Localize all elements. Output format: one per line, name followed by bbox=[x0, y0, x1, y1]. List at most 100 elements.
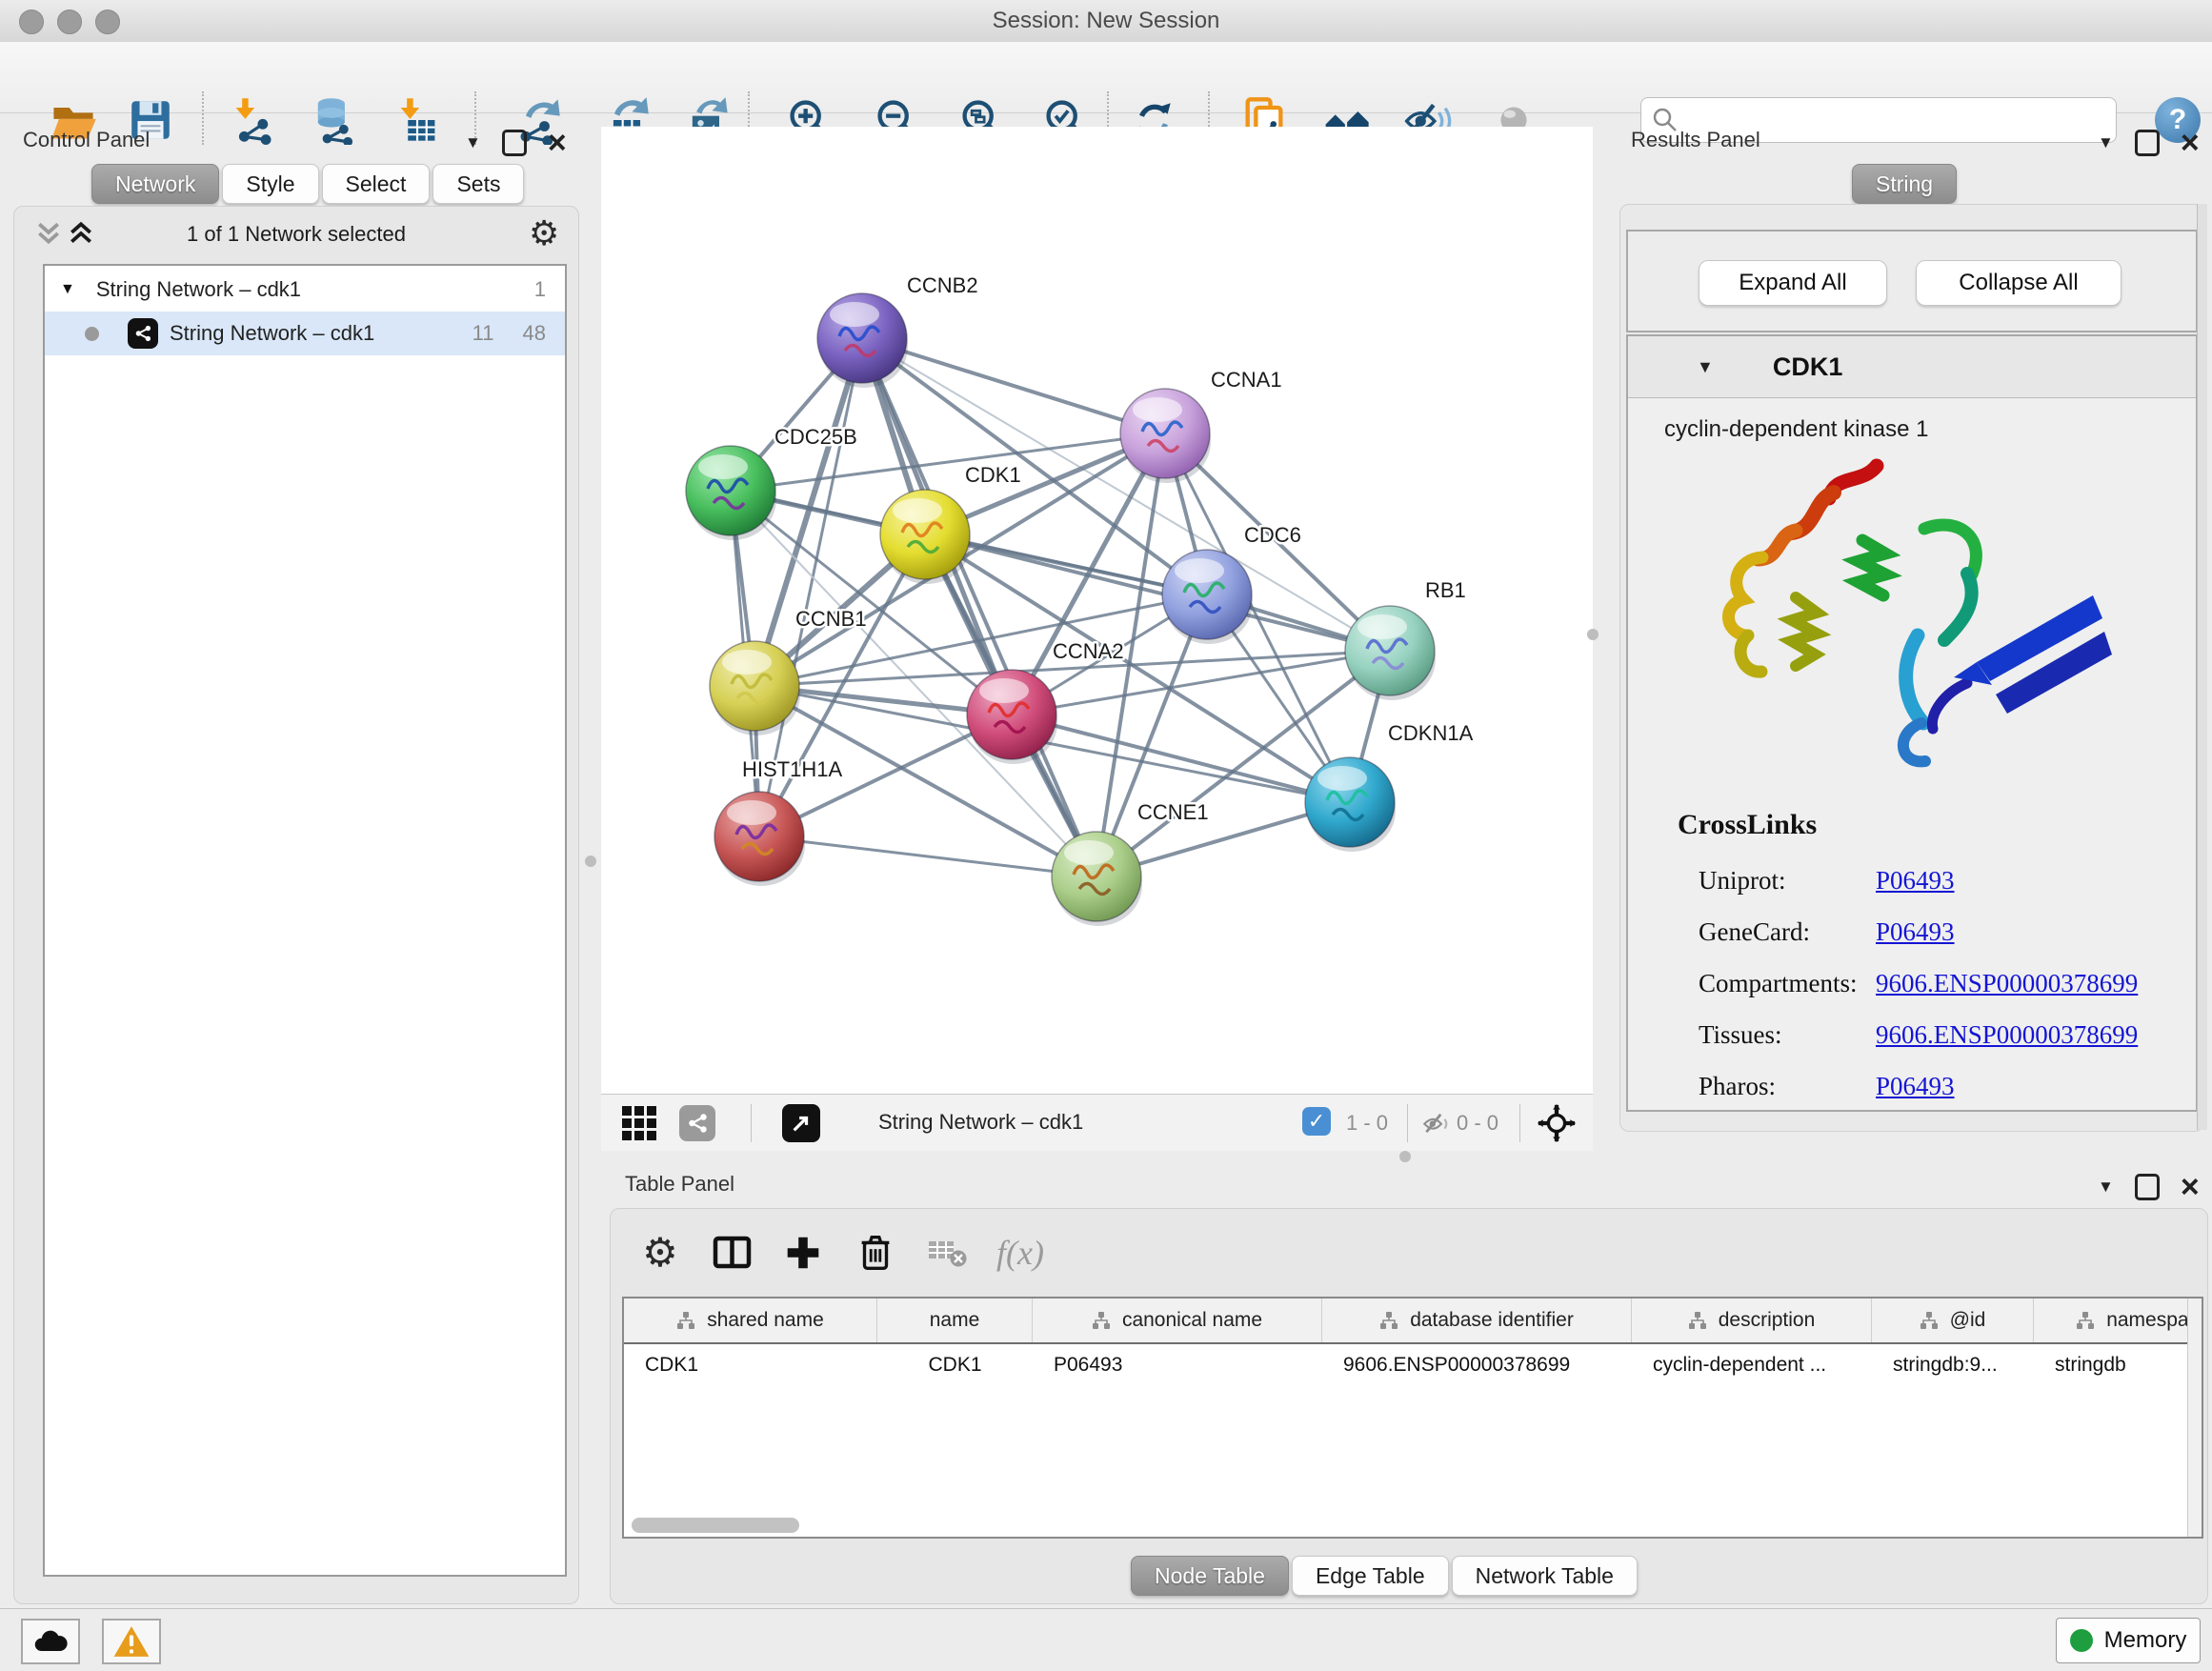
node-CCNA2[interactable] bbox=[967, 670, 1057, 764]
toolbar-separator bbox=[202, 91, 204, 145]
column-type-icon bbox=[676, 1311, 695, 1330]
edge-HIST1H1A-CCNE1[interactable] bbox=[759, 836, 1096, 876]
control-panel-window-controls: ▼ × bbox=[465, 130, 567, 156]
node-CDKN1A[interactable] bbox=[1305, 757, 1396, 852]
float-panel-icon[interactable] bbox=[502, 130, 527, 156]
status-bar: Memory bbox=[0, 1608, 2212, 1671]
cell-database-identifier[interactable]: 9606.ENSP00000378699 bbox=[1322, 1344, 1632, 1386]
open-in-window-icon[interactable] bbox=[782, 1104, 820, 1142]
grid-view-icon[interactable] bbox=[622, 1106, 656, 1140]
collapse-all-button[interactable]: Collapse All bbox=[1916, 260, 2122, 306]
collapse-panel-icon[interactable]: ▼ bbox=[465, 133, 481, 152]
string-network-icon bbox=[128, 318, 158, 349]
network-collection-row[interactable]: ▼ String Network – cdk1 1 bbox=[45, 268, 565, 312]
network-share-icon[interactable] bbox=[679, 1105, 715, 1141]
cloud-status-button[interactable] bbox=[21, 1619, 80, 1664]
tab-network[interactable]: Network bbox=[91, 164, 219, 204]
import-table-button[interactable] bbox=[391, 93, 444, 147]
node-CDK1[interactable] bbox=[880, 490, 971, 584]
expand-all-button[interactable]: Expand All bbox=[1699, 260, 1887, 306]
cell--id[interactable]: stringdb:9... bbox=[1872, 1344, 2034, 1386]
edge-CDK1-RB1[interactable] bbox=[925, 534, 1390, 651]
column-header-database-identifier[interactable]: database identifier bbox=[1322, 1299, 1632, 1342]
node-CCNB2[interactable] bbox=[817, 293, 908, 388]
crosslink-value[interactable]: P06493 bbox=[1876, 866, 1955, 896]
column-header-description[interactable]: description bbox=[1632, 1299, 1872, 1342]
cloud-icon bbox=[31, 1626, 70, 1657]
float-panel-icon[interactable] bbox=[2135, 1174, 2160, 1200]
close-panel-icon[interactable]: × bbox=[2181, 1177, 2200, 1198]
left-splitter-handle[interactable] bbox=[585, 856, 596, 867]
network-canvas[interactable]: CCNB2CCNA1CDC25BCDK1CDC6RB1CCNB1CCNA2CDK… bbox=[601, 127, 1593, 1094]
table-row[interactable]: CDK1CDK1P064939606.ENSP00000378699cyclin… bbox=[624, 1344, 2203, 1386]
tab-style[interactable]: Style bbox=[222, 164, 318, 204]
crosslink-value[interactable]: P06493 bbox=[1876, 1072, 1955, 1101]
column-header--id[interactable]: @id bbox=[1872, 1299, 2034, 1342]
collapse-panel-icon[interactable]: ▼ bbox=[2098, 1178, 2114, 1197]
tab-string[interactable]: String bbox=[1852, 164, 1957, 204]
delete-column-button[interactable] bbox=[849, 1226, 902, 1279]
close-panel-icon[interactable]: × bbox=[548, 132, 567, 153]
cell-description[interactable]: cyclin-dependent ... bbox=[1632, 1344, 1872, 1386]
cell-namespace[interactable]: stringdb bbox=[2034, 1344, 2203, 1386]
birds-eye-view-icon[interactable] bbox=[1537, 1103, 1577, 1148]
column-type-icon bbox=[1920, 1311, 1939, 1330]
show-columns-button[interactable] bbox=[706, 1226, 759, 1279]
selected-checkbox-icon[interactable]: ✓ bbox=[1302, 1107, 1331, 1136]
cell-canonical-name[interactable]: P06493 bbox=[1033, 1344, 1322, 1386]
node-CCNB1[interactable] bbox=[710, 641, 800, 735]
cell-shared-name[interactable]: CDK1 bbox=[624, 1344, 877, 1386]
node-CCNE1[interactable] bbox=[1052, 832, 1142, 926]
network-node-count: 11 bbox=[473, 321, 494, 346]
cell-name[interactable]: CDK1 bbox=[877, 1344, 1033, 1386]
tab-edge-table[interactable]: Edge Table bbox=[1292, 1556, 1449, 1596]
bottom-splitter-handle[interactable] bbox=[1399, 1151, 1411, 1162]
node-RB1[interactable] bbox=[1345, 606, 1436, 700]
column-header-canonical-name[interactable]: canonical name bbox=[1033, 1299, 1322, 1342]
node-CDC6[interactable] bbox=[1162, 550, 1253, 644]
column-header-namespace[interactable]: namespace bbox=[2034, 1299, 2203, 1342]
network-row-selected[interactable]: String Network – cdk1 11 48 bbox=[45, 312, 565, 355]
column-header-name[interactable]: name bbox=[877, 1299, 1033, 1342]
float-panel-icon[interactable] bbox=[2135, 130, 2160, 156]
table-panel-title: Table Panel bbox=[625, 1172, 734, 1197]
network-options-gear-icon[interactable]: ⚙ bbox=[529, 216, 559, 251]
column-type-icon bbox=[1092, 1311, 1111, 1330]
create-column-button[interactable] bbox=[776, 1226, 830, 1279]
crosslink-label: Pharos: bbox=[1699, 1072, 1876, 1101]
import-database-button[interactable] bbox=[307, 93, 360, 147]
node-HIST1H1A[interactable] bbox=[714, 792, 805, 886]
node-CDC25B[interactable] bbox=[686, 446, 776, 540]
tab-network-table[interactable]: Network Table bbox=[1452, 1556, 1638, 1596]
section-triangle-icon[interactable]: ▼ bbox=[1697, 357, 1714, 377]
right-splitter-handle[interactable] bbox=[1587, 629, 1599, 640]
results-panel-scrollbar[interactable] bbox=[2197, 204, 2207, 1130]
vertical-scrollbar-track[interactable] bbox=[2187, 1299, 2202, 1537]
crosslink-value[interactable]: 9606.ENSP00000378699 bbox=[1876, 1020, 2138, 1050]
memory-button[interactable]: Memory bbox=[2056, 1618, 2201, 1663]
tab-sets[interactable]: Sets bbox=[432, 164, 524, 204]
gene-section-header[interactable]: ▼ CDK1 bbox=[1628, 336, 2196, 398]
crosslink-value[interactable]: P06493 bbox=[1876, 917, 1955, 947]
edge-CCNB2-CCNE1[interactable] bbox=[862, 338, 1096, 876]
edge-CCNB2-CCNA1[interactable] bbox=[862, 338, 1165, 433]
table-options-button[interactable]: ⚙ bbox=[633, 1226, 687, 1279]
titlebar: Session: New Session bbox=[0, 0, 2212, 43]
gear-icon: ⚙ bbox=[642, 1236, 678, 1270]
results-panel-title: Results Panel bbox=[1631, 128, 1760, 152]
crosslink-value[interactable]: 9606.ENSP00000378699 bbox=[1876, 969, 2138, 998]
collapse-panel-icon[interactable]: ▼ bbox=[2098, 133, 2114, 152]
tab-node-table[interactable]: Node Table bbox=[1131, 1556, 1289, 1596]
close-panel-icon[interactable]: × bbox=[2181, 132, 2200, 153]
horizontal-scrollbar-thumb[interactable] bbox=[632, 1518, 799, 1533]
results-panel-tabs: String bbox=[1852, 164, 1960, 204]
tab-select[interactable]: Select bbox=[322, 164, 431, 204]
import-network-button[interactable] bbox=[226, 93, 279, 147]
node-CCNA1[interactable] bbox=[1120, 389, 1211, 483]
column-header-shared-name[interactable]: shared name bbox=[624, 1299, 877, 1342]
warnings-button[interactable] bbox=[102, 1619, 161, 1664]
expand-collapse-bar: Expand All Collapse All bbox=[1626, 230, 2198, 332]
expand-triangle-icon[interactable]: ▼ bbox=[60, 281, 75, 298]
table-panel-window-controls: ▼ × bbox=[2098, 1174, 2200, 1200]
delete-table-button-disabled bbox=[921, 1226, 975, 1279]
